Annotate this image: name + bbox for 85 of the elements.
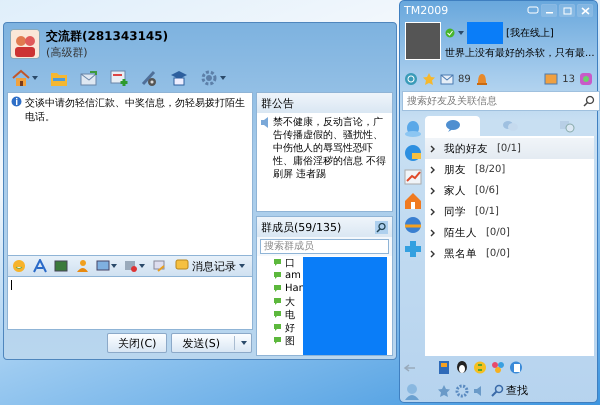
caret-icon[interactable] — [220, 76, 226, 80]
signature[interactable]: 世界上没有最好的杀软，只有最... — [445, 46, 592, 60]
speaker-icon — [260, 116, 270, 129]
caret-icon[interactable] — [111, 264, 117, 268]
chart-icon[interactable] — [404, 168, 422, 186]
plus-icon[interactable] — [404, 240, 422, 258]
house-icon[interactable] — [12, 69, 30, 87]
phone-icon[interactable] — [437, 360, 451, 375]
contact-group[interactable]: 同学 [0/1] — [425, 201, 594, 222]
message-input[interactable] — [7, 277, 253, 330]
bell-icon[interactable] — [474, 72, 489, 86]
contact-group[interactable]: 我的好友 [0/1] — [425, 138, 594, 159]
person-icon[interactable] — [75, 259, 89, 273]
announcement-text: 禁不健康，反动言论，广告传播虚假的、骚扰性、中伤他人的辱骂性恐吓性、庸俗淫秽的信息 不得刷屏 违者踢 — [273, 116, 388, 181]
cap-icon[interactable] — [170, 69, 188, 87]
member-name[interactable]: 电 — [285, 308, 295, 322]
send-button[interactable]: 发送(S) — [171, 333, 252, 353]
close-button[interactable]: 关闭(C) — [107, 333, 168, 353]
maximize-button[interactable] — [559, 4, 575, 17]
group-avatar-icon — [10, 29, 40, 59]
tools-icon[interactable] — [140, 69, 158, 87]
chevron-icon — [430, 166, 435, 174]
screen-icon[interactable] — [96, 259, 110, 273]
chevron-icon — [430, 144, 435, 152]
close-button[interactable] — [577, 4, 593, 17]
message-count: 13 — [562, 74, 575, 84]
member-name[interactable]: am — [285, 270, 301, 281]
maximize-icon[interactable] — [562, 6, 572, 14]
caret-icon[interactable] — [241, 341, 247, 345]
chevron-icon — [430, 228, 435, 236]
penguin-icon[interactable] — [455, 360, 469, 375]
online-status-icon[interactable] — [445, 28, 455, 38]
close-icon[interactable] — [580, 6, 590, 14]
contact-group[interactable]: 陌生人 [0/0] — [425, 222, 594, 243]
mail-count: 89 — [458, 74, 471, 84]
minimize-button[interactable] — [541, 4, 557, 17]
member-name[interactable]: 图 — [285, 334, 295, 348]
chevron-icon — [430, 250, 435, 258]
chat-bubble-icon[interactable] — [444, 119, 460, 133]
star-icon[interactable] — [422, 72, 436, 86]
contact-group[interactable]: 家人 [0/6] — [425, 180, 594, 201]
contact-group[interactable]: 朋友 [8/20] — [425, 159, 594, 180]
friend-search-field[interactable]: 搜索好友及关联信息 — [402, 91, 600, 111]
member-name[interactable]: 好 — [285, 320, 295, 334]
gear-icon[interactable] — [455, 384, 469, 398]
member-search-field[interactable]: 搜索群成员 — [260, 239, 389, 254]
status-label[interactable]: [我在线上] — [506, 26, 554, 40]
member-name[interactable]: 口 — [285, 256, 295, 270]
contact-icon[interactable] — [403, 382, 421, 400]
find-button[interactable]: 查找 — [491, 383, 528, 398]
palette-icon[interactable] — [579, 72, 593, 86]
globe-icon[interactable] — [404, 144, 422, 162]
caret-icon[interactable] — [32, 76, 38, 80]
caret-icon[interactable] — [239, 264, 245, 268]
group-title: 交流群(281343145) — [46, 28, 168, 45]
window-title: TM2009 — [404, 4, 450, 17]
mail-icon[interactable] — [80, 69, 98, 87]
star-icon[interactable] — [437, 384, 451, 398]
arrow-icon[interactable] — [403, 362, 417, 372]
document-icon[interactable] — [509, 360, 523, 375]
members-title: 群成员(59/135) — [261, 220, 342, 234]
tab[interactable] — [425, 116, 480, 136]
member-name[interactable]: 大 — [285, 294, 295, 308]
contact-group[interactable]: 黑名单 [0/0] — [425, 243, 594, 264]
gear-icon[interactable] — [200, 69, 218, 87]
message-box-icon[interactable] — [544, 72, 558, 86]
caret-icon[interactable] — [458, 31, 464, 35]
info-icon — [11, 96, 22, 107]
picture-icon[interactable] — [54, 259, 68, 273]
smiley-icon[interactable] — [12, 259, 26, 273]
avatar-placeholder[interactable] — [405, 22, 441, 60]
chevron-icon — [430, 186, 435, 194]
font-icon[interactable] — [33, 259, 47, 273]
chevron-icon — [430, 208, 435, 216]
card-add-icon[interactable] — [110, 69, 128, 87]
house-icon[interactable] — [404, 192, 422, 210]
group-type: (高级群) — [46, 45, 89, 60]
globe-icon[interactable] — [404, 216, 422, 234]
caret-icon[interactable] — [139, 264, 145, 268]
mail-icon[interactable] — [440, 72, 454, 86]
chat-bubble-icon[interactable] — [527, 5, 539, 16]
media-icon[interactable] — [124, 259, 138, 273]
announcement-title: 群公告 — [261, 96, 294, 110]
safety-notice: 交谈中请勿轻信汇款、中奖信息，勿轻易拨打陌生电话。 — [25, 96, 246, 124]
redaction-block — [467, 22, 503, 44]
